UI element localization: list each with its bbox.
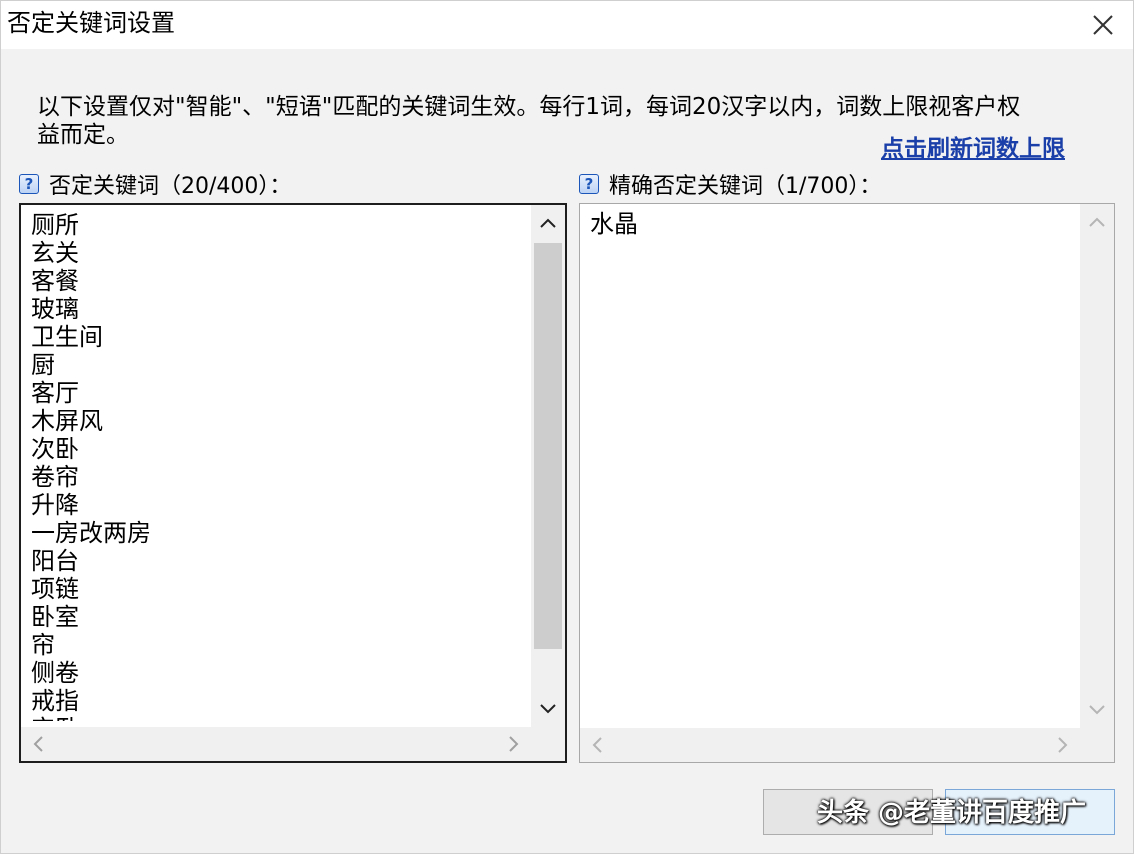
chevron-down-icon — [1089, 705, 1105, 715]
close-icon — [1093, 15, 1113, 35]
scroll-right-button[interactable] — [497, 727, 531, 761]
list-item: 客餐 — [31, 267, 79, 295]
chevron-right-icon — [509, 736, 519, 752]
scroll-down-button[interactable] — [531, 691, 565, 727]
list-item: 一房改两房 — [31, 519, 151, 547]
exact-negative-keywords-label-text: 精确否定关键词（1/700）： — [609, 174, 882, 199]
exact-negative-keywords-label: ? 精确否定关键词（1/700）： — [579, 169, 881, 199]
list-item: 厨 — [31, 351, 55, 379]
list-item: 玻璃 — [31, 295, 79, 323]
vertical-scrollbar[interactable] — [1080, 204, 1114, 728]
scroll-up-button[interactable] — [531, 205, 565, 241]
list-item: 帘 — [31, 631, 55, 659]
list-item: 侧卷 — [31, 659, 79, 687]
refresh-limit-link[interactable]: 点击刷新词数上限 — [881, 135, 1065, 163]
negative-keywords-list[interactable]: 厕所玄关客餐玻璃卫生间厨客厅木屏风次卧卷帘升降一房改两房阳台项链卧室帘侧卷戒指宝… — [31, 211, 525, 721]
list-item: 项链 — [31, 575, 79, 603]
list-item: 次卧 — [31, 435, 79, 463]
help-icon[interactable]: ? — [579, 174, 599, 194]
title-bar: 否定关键词设置 — [1, 1, 1133, 49]
scroll-up-button[interactable] — [1080, 204, 1114, 240]
help-icon[interactable]: ? — [19, 174, 39, 194]
scroll-left-button[interactable] — [580, 728, 614, 762]
dialog-title: 否定关键词设置 — [7, 9, 175, 37]
vertical-scrollbar[interactable] — [531, 205, 565, 727]
scroll-thumb[interactable] — [534, 243, 562, 649]
chevron-down-icon — [540, 704, 556, 714]
list-item: 厕所 — [31, 211, 79, 239]
horizontal-scrollbar[interactable] — [21, 727, 531, 761]
scroll-left-button[interactable] — [21, 727, 55, 761]
list-item: 水晶 — [590, 210, 638, 238]
list-item: 卫生间 — [31, 323, 103, 351]
exact-negative-keywords-textarea[interactable]: 水晶 — [579, 203, 1115, 763]
close-button[interactable] — [1087, 9, 1119, 41]
list-item: 阳台 — [31, 547, 79, 575]
negative-keyword-dialog: 否定关键词设置 以下设置仅对"智能"、"短语"匹配的关键词生效。每行1词，每词2… — [0, 0, 1134, 854]
scroll-right-button[interactable] — [1046, 728, 1080, 762]
list-item: 升降 — [31, 491, 79, 519]
chevron-left-icon — [592, 737, 602, 753]
list-item: 宝卧 — [31, 715, 525, 721]
scrollbar-corner — [531, 727, 565, 761]
list-item: 木屏风 — [31, 407, 103, 435]
list-item: 玄关 — [31, 239, 79, 267]
scrollbar-corner — [1080, 728, 1114, 762]
list-item: 客厅 — [31, 379, 79, 407]
notice-text: 以下设置仅对"智能"、"短语"匹配的关键词生效。每行1词，每词20汉字以内，词数… — [37, 94, 1021, 148]
scroll-down-button[interactable] — [1080, 692, 1114, 728]
exact-negative-keywords-list[interactable]: 水晶 — [590, 210, 1074, 722]
list-item: 戒指 — [31, 687, 79, 715]
list-item: 卷帘 — [31, 463, 79, 491]
chevron-up-icon — [540, 218, 556, 228]
chevron-right-icon — [1058, 737, 1068, 753]
chevron-up-icon — [1089, 217, 1105, 227]
watermark: 头条 @老董讲百度推广 — [817, 798, 1087, 828]
negative-keywords-label-text: 否定关键词（20/400）： — [49, 174, 292, 199]
negative-keywords-label: ? 否定关键词（20/400）： — [19, 169, 291, 199]
negative-keywords-textarea[interactable]: 厕所玄关客餐玻璃卫生间厨客厅木屏风次卧卷帘升降一房改两房阳台项链卧室帘侧卷戒指宝… — [19, 203, 567, 763]
horizontal-scrollbar[interactable] — [580, 728, 1080, 762]
chevron-left-icon — [33, 736, 43, 752]
list-item: 卧室 — [31, 603, 79, 631]
